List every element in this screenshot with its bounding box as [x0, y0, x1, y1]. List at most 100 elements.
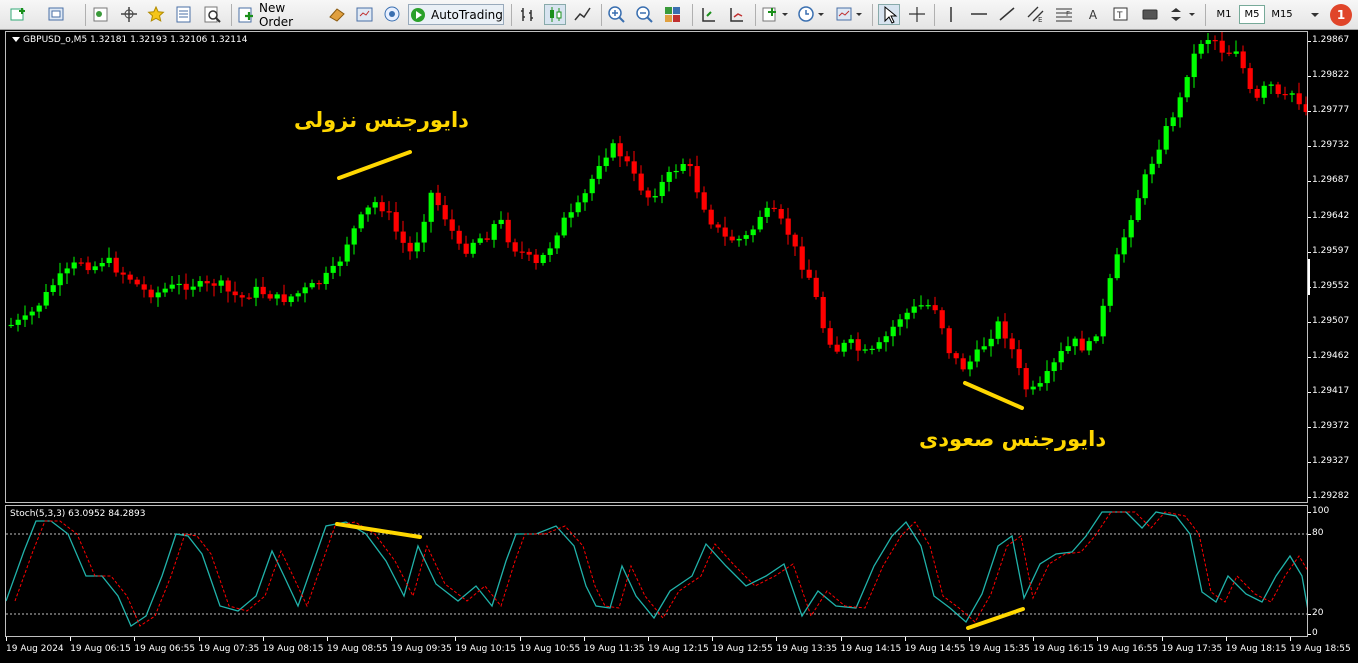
new-chart-icon[interactable] — [8, 4, 30, 25]
periods-dropdown[interactable] — [796, 4, 826, 25]
templates-dropdown[interactable] — [834, 4, 864, 25]
candle-body — [379, 202, 385, 212]
time-tick-mark — [583, 637, 585, 641]
bullish-divergence-oscillator-line[interactable] — [966, 607, 1025, 630]
candle-body — [1114, 254, 1120, 279]
text-tool-icon[interactable]: A — [1082, 4, 1104, 25]
more-toolbar-chevron-icon[interactable] — [1304, 4, 1326, 25]
candle-body — [1247, 68, 1253, 89]
candle-body — [323, 272, 329, 285]
candle-body — [428, 192, 434, 222]
candle-body — [484, 238, 490, 240]
candle-body — [848, 339, 854, 343]
signals-icon[interactable] — [381, 4, 403, 25]
stochastic-signal-line — [14, 511, 1307, 627]
time-tick-mark — [519, 637, 521, 641]
candle-body — [1002, 321, 1008, 339]
bearish-divergence-price-line[interactable] — [337, 150, 412, 180]
favorites-star-icon[interactable] — [145, 4, 167, 25]
candle-body — [1282, 94, 1288, 96]
candle-body — [71, 262, 77, 269]
notification-badge[interactable]: 1 — [1330, 4, 1352, 26]
strategy-tester-icon[interactable] — [201, 4, 223, 25]
rectangle-icon[interactable] — [1139, 4, 1161, 25]
chart-title-text: GBPUSD_o,M5 1.32181 1.32193 1.32106 1.32… — [23, 35, 248, 45]
time-tick-label: 19 Aug 08:15 — [262, 644, 324, 654]
candle-body — [526, 251, 532, 255]
price-tick-label: 1.29777 — [1312, 105, 1350, 116]
time-tick-mark — [1033, 637, 1035, 641]
zoom-in-icon[interactable] — [606, 4, 628, 25]
new-order-button[interactable]: New Order — [237, 1, 323, 29]
price-chart-pane[interactable]: GBPUSD_o,M5 1.32181 1.32193 1.32106 1.32… — [5, 31, 1308, 503]
time-tick-label: 19 Aug 18:15 — [1225, 644, 1287, 654]
metaeditor-icon[interactable] — [326, 4, 348, 25]
chart-menu-chevron-icon[interactable] — [12, 37, 20, 42]
candle-body — [337, 261, 343, 266]
timeframe-m1[interactable]: M1 — [1211, 5, 1237, 24]
price-tick-mark — [1308, 76, 1311, 78]
candle-body — [1016, 349, 1022, 369]
time-tick-label: 19 Aug 10:15 — [455, 644, 517, 654]
timeframe-m15[interactable]: M15 — [1267, 5, 1297, 24]
candle-body — [365, 207, 371, 215]
terminal-icon[interactable] — [354, 4, 376, 25]
trendline-icon[interactable] — [996, 4, 1018, 25]
stochastic-tick-mark — [1308, 614, 1311, 615]
price-tick-mark — [1308, 251, 1311, 253]
stochastic-pane[interactable]: Stoch(5,3,3) 63.0952 84.2893 — [5, 505, 1308, 637]
time-tick-label: 19 Aug 11:35 — [583, 644, 645, 654]
market-watch-icon[interactable] — [90, 4, 112, 25]
stochastic-title: Stoch(5,3,3) 63.0952 84.2893 — [10, 509, 146, 519]
zoom-out-icon[interactable] — [634, 4, 656, 25]
candle-body — [1030, 386, 1036, 390]
candle-body — [78, 262, 84, 264]
candle-body — [638, 173, 644, 191]
time-tick-label: 19 Aug 2024 — [6, 644, 64, 654]
time-tick-mark — [840, 637, 842, 641]
candle-body — [57, 273, 63, 286]
stochastic-scale[interactable]: 100 80 20 0 — [1308, 505, 1358, 638]
candle-body — [743, 235, 749, 239]
line-chart-icon[interactable] — [572, 4, 594, 25]
bullish-divergence-price-line[interactable] — [963, 381, 1024, 410]
candle-body — [1156, 149, 1162, 164]
candle-body — [785, 218, 791, 235]
arrows-dropdown[interactable] — [1167, 4, 1197, 25]
candle-body — [729, 236, 735, 241]
vertical-line-icon[interactable] — [940, 4, 962, 25]
data-window-icon[interactable] — [173, 4, 195, 25]
candle-body — [134, 279, 140, 285]
crosshair-move-icon[interactable] — [118, 4, 140, 25]
candle-body — [1121, 237, 1127, 255]
candle-body — [533, 254, 539, 264]
candle-body — [1065, 346, 1071, 352]
candlestick-chart-icon[interactable] — [544, 4, 566, 25]
time-tick-mark — [455, 637, 457, 641]
candle-body — [1268, 84, 1274, 86]
equidistant-channel-icon[interactable]: E — [1025, 4, 1047, 25]
tile-windows-icon[interactable] — [662, 4, 684, 25]
candle-body — [281, 294, 287, 303]
price-scale[interactable]: 1.29867 1.29822 1.29777 1.29732 1.29687 1.296… — [1308, 31, 1358, 503]
timeframe-m5[interactable]: M5 — [1239, 5, 1265, 24]
candle-body — [596, 166, 602, 179]
chart-shift-icon[interactable] — [698, 4, 720, 25]
crosshair-icon[interactable] — [906, 4, 928, 25]
auto-scroll-icon[interactable] — [726, 4, 748, 25]
profiles-icon[interactable] — [46, 4, 68, 25]
candle-body — [43, 291, 49, 306]
candle-body — [1142, 174, 1148, 199]
fibonacci-icon[interactable]: F — [1053, 4, 1075, 25]
indicators-dropdown[interactable] — [760, 4, 790, 25]
price-tick-mark — [1308, 181, 1311, 183]
candle-body — [512, 242, 518, 252]
bar-chart-icon[interactable] — [517, 4, 539, 25]
bearish-divergence-oscillator-line[interactable] — [335, 522, 422, 539]
cursor-icon[interactable] — [878, 4, 900, 25]
horizontal-line-icon[interactable] — [968, 4, 990, 25]
price-tick-label: 1.29417 — [1312, 386, 1350, 396]
autotrading-button[interactable]: AutoTrading — [408, 4, 504, 25]
price-tick-label: 1.29552 — [1312, 280, 1350, 291]
text-label-icon[interactable]: T — [1110, 4, 1132, 25]
